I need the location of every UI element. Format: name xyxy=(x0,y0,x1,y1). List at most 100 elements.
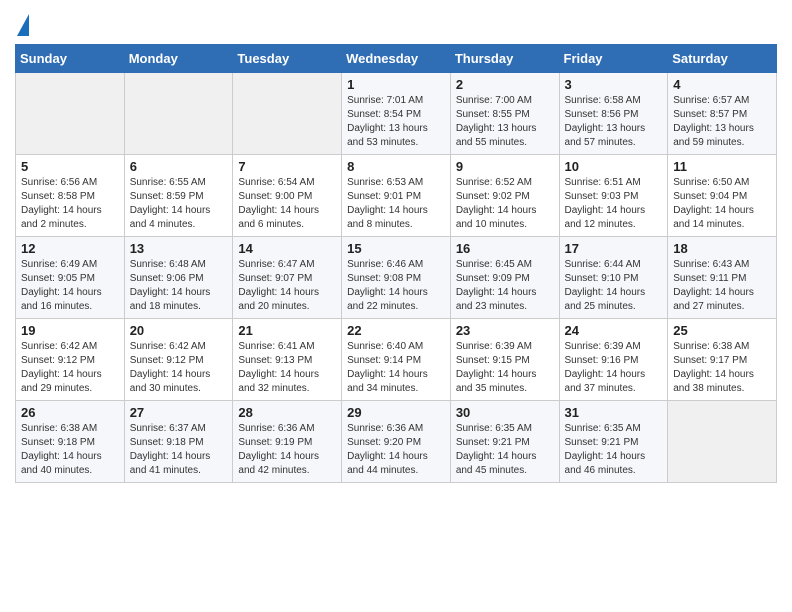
day-info: Sunrise: 6:48 AMSunset: 9:06 PMDaylight:… xyxy=(130,258,228,314)
calendar-cell: 15 Sunrise: 6:46 AMSunset: 9:08 PMDayligh… xyxy=(342,237,451,319)
day-number: 7 xyxy=(238,159,336,174)
day-info: Sunrise: 6:40 AMSunset: 9:14 PMDaylight:… xyxy=(347,340,445,396)
day-info: Sunrise: 6:52 AMSunset: 9:02 PMDaylight:… xyxy=(456,176,554,232)
calendar-cell: 5 Sunrise: 6:56 AMSunset: 8:58 PMDaylight… xyxy=(16,155,125,237)
day-number: 22 xyxy=(347,323,445,338)
header-day-sunday: Sunday xyxy=(16,45,125,73)
logo xyxy=(15,18,29,36)
day-number: 21 xyxy=(238,323,336,338)
day-info: Sunrise: 6:36 AMSunset: 9:19 PMDaylight:… xyxy=(238,422,336,478)
calendar-cell: 21 Sunrise: 6:41 AMSunset: 9:13 PMDayligh… xyxy=(233,319,342,401)
header-row: SundayMondayTuesdayWednesdayThursdayFrid… xyxy=(16,45,777,73)
calendar-cell: 19 Sunrise: 6:42 AMSunset: 9:12 PMDayligh… xyxy=(16,319,125,401)
day-number: 1 xyxy=(347,77,445,92)
calendar-table: SundayMondayTuesdayWednesdayThursdayFrid… xyxy=(15,44,777,483)
day-info: Sunrise: 7:00 AMSunset: 8:55 PMDaylight:… xyxy=(456,94,554,150)
day-number: 20 xyxy=(130,323,228,338)
calendar-cell: 30 Sunrise: 6:35 AMSunset: 9:21 PMDayligh… xyxy=(450,401,559,483)
calendar-cell: 31Sunrise: 6:35 AMSunset: 9:21 PMDayligh… xyxy=(559,401,668,483)
calendar-cell: 7 Sunrise: 6:54 AMSunset: 9:00 PMDaylight… xyxy=(233,155,342,237)
day-number: 4 xyxy=(673,77,771,92)
calendar-cell: 11 Sunrise: 6:50 AMSunset: 9:04 PMDayligh… xyxy=(668,155,777,237)
day-info: Sunrise: 6:42 AMSunset: 9:12 PMDaylight:… xyxy=(130,340,228,396)
day-number: 2 xyxy=(456,77,554,92)
day-number: 23 xyxy=(456,323,554,338)
day-number: 5 xyxy=(21,159,119,174)
day-info: Sunrise: 6:50 AMSunset: 9:04 PMDaylight:… xyxy=(673,176,771,232)
day-info: Sunrise: 6:39 AMSunset: 9:15 PMDaylight:… xyxy=(456,340,554,396)
day-info: Sunrise: 6:41 AMSunset: 9:13 PMDaylight:… xyxy=(238,340,336,396)
header-day-monday: Monday xyxy=(124,45,233,73)
calendar-cell xyxy=(668,401,777,483)
day-info: Sunrise: 6:39 AMSunset: 9:16 PMDaylight:… xyxy=(565,340,663,396)
day-info: Sunrise: 6:55 AMSunset: 8:59 PMDaylight:… xyxy=(130,176,228,232)
calendar-cell: 28 Sunrise: 6:36 AMSunset: 9:19 PMDayligh… xyxy=(233,401,342,483)
day-number: 9 xyxy=(456,159,554,174)
day-number: 17 xyxy=(565,241,663,256)
day-number: 14 xyxy=(238,241,336,256)
day-info: Sunrise: 6:58 AMSunset: 8:56 PMDaylight:… xyxy=(565,94,663,150)
day-info: Sunrise: 6:46 AMSunset: 9:08 PMDaylight:… xyxy=(347,258,445,314)
day-info: Sunrise: 6:44 AMSunset: 9:10 PMDaylight:… xyxy=(565,258,663,314)
calendar-cell: 13 Sunrise: 6:48 AMSunset: 9:06 PMDayligh… xyxy=(124,237,233,319)
calendar-cell: 26 Sunrise: 6:38 AMSunset: 9:18 PMDayligh… xyxy=(16,401,125,483)
calendar-cell: 17 Sunrise: 6:44 AMSunset: 9:10 PMDayligh… xyxy=(559,237,668,319)
day-number: 27 xyxy=(130,405,228,420)
calendar-cell: 25Sunrise: 6:38 AMSunset: 9:17 PMDayligh… xyxy=(668,319,777,401)
day-info: Sunrise: 6:45 AMSunset: 9:09 PMDaylight:… xyxy=(456,258,554,314)
calendar-cell: 23 Sunrise: 6:39 AMSunset: 9:15 PMDayligh… xyxy=(450,319,559,401)
header-day-wednesday: Wednesday xyxy=(342,45,451,73)
day-number: 30 xyxy=(456,405,554,420)
calendar-week-1: 1 Sunrise: 7:01 AMSunset: 8:54 PMDaylight… xyxy=(16,73,777,155)
day-info: Sunrise: 6:57 AMSunset: 8:57 PMDaylight:… xyxy=(673,94,771,150)
day-number: 29 xyxy=(347,405,445,420)
calendar-week-5: 26 Sunrise: 6:38 AMSunset: 9:18 PMDayligh… xyxy=(16,401,777,483)
day-number: 19 xyxy=(21,323,119,338)
calendar-cell: 29 Sunrise: 6:36 AMSunset: 9:20 PMDayligh… xyxy=(342,401,451,483)
logo-triangle-icon xyxy=(17,14,29,36)
day-info: Sunrise: 6:43 AMSunset: 9:11 PMDaylight:… xyxy=(673,258,771,314)
day-number: 12 xyxy=(21,241,119,256)
page-header xyxy=(15,10,777,36)
day-info: Sunrise: 6:51 AMSunset: 9:03 PMDaylight:… xyxy=(565,176,663,232)
calendar-cell: 18Sunrise: 6:43 AMSunset: 9:11 PMDayligh… xyxy=(668,237,777,319)
day-info: Sunrise: 6:36 AMSunset: 9:20 PMDaylight:… xyxy=(347,422,445,478)
calendar-week-2: 5 Sunrise: 6:56 AMSunset: 8:58 PMDaylight… xyxy=(16,155,777,237)
header-day-thursday: Thursday xyxy=(450,45,559,73)
calendar-cell: 16Sunrise: 6:45 AMSunset: 9:09 PMDayligh… xyxy=(450,237,559,319)
header-day-tuesday: Tuesday xyxy=(233,45,342,73)
calendar-cell: 4 Sunrise: 6:57 AMSunset: 8:57 PMDaylight… xyxy=(668,73,777,155)
day-info: Sunrise: 7:01 AMSunset: 8:54 PMDaylight:… xyxy=(347,94,445,150)
header-day-friday: Friday xyxy=(559,45,668,73)
calendar-cell: 3 Sunrise: 6:58 AMSunset: 8:56 PMDaylight… xyxy=(559,73,668,155)
calendar-cell: 12Sunrise: 6:49 AMSunset: 9:05 PMDayligh… xyxy=(16,237,125,319)
day-number: 13 xyxy=(130,241,228,256)
calendar-cell xyxy=(16,73,125,155)
day-info: Sunrise: 6:38 AMSunset: 9:18 PMDaylight:… xyxy=(21,422,119,478)
day-number: 28 xyxy=(238,405,336,420)
calendar-cell xyxy=(124,73,233,155)
calendar-cell: 9 Sunrise: 6:52 AMSunset: 9:02 PMDaylight… xyxy=(450,155,559,237)
day-info: Sunrise: 6:37 AMSunset: 9:18 PMDaylight:… xyxy=(130,422,228,478)
day-number: 3 xyxy=(565,77,663,92)
day-info: Sunrise: 6:54 AMSunset: 9:00 PMDaylight:… xyxy=(238,176,336,232)
calendar-cell: 2 Sunrise: 7:00 AMSunset: 8:55 PMDaylight… xyxy=(450,73,559,155)
day-info: Sunrise: 6:53 AMSunset: 9:01 PMDaylight:… xyxy=(347,176,445,232)
day-number: 6 xyxy=(130,159,228,174)
day-info: Sunrise: 6:35 AMSunset: 9:21 PMDaylight:… xyxy=(565,422,663,478)
calendar-cell: 24Sunrise: 6:39 AMSunset: 9:16 PMDayligh… xyxy=(559,319,668,401)
day-info: Sunrise: 6:42 AMSunset: 9:12 PMDaylight:… xyxy=(21,340,119,396)
calendar-cell: 27 Sunrise: 6:37 AMSunset: 9:18 PMDayligh… xyxy=(124,401,233,483)
day-info: Sunrise: 6:56 AMSunset: 8:58 PMDaylight:… xyxy=(21,176,119,232)
day-number: 25 xyxy=(673,323,771,338)
calendar-body: 1 Sunrise: 7:01 AMSunset: 8:54 PMDaylight… xyxy=(16,73,777,483)
day-number: 8 xyxy=(347,159,445,174)
header-day-saturday: Saturday xyxy=(668,45,777,73)
day-info: Sunrise: 6:35 AMSunset: 9:21 PMDaylight:… xyxy=(456,422,554,478)
calendar-week-3: 12Sunrise: 6:49 AMSunset: 9:05 PMDayligh… xyxy=(16,237,777,319)
day-info: Sunrise: 6:47 AMSunset: 9:07 PMDaylight:… xyxy=(238,258,336,314)
calendar-cell: 20 Sunrise: 6:42 AMSunset: 9:12 PMDayligh… xyxy=(124,319,233,401)
day-number: 11 xyxy=(673,159,771,174)
day-number: 15 xyxy=(347,241,445,256)
day-number: 26 xyxy=(21,405,119,420)
